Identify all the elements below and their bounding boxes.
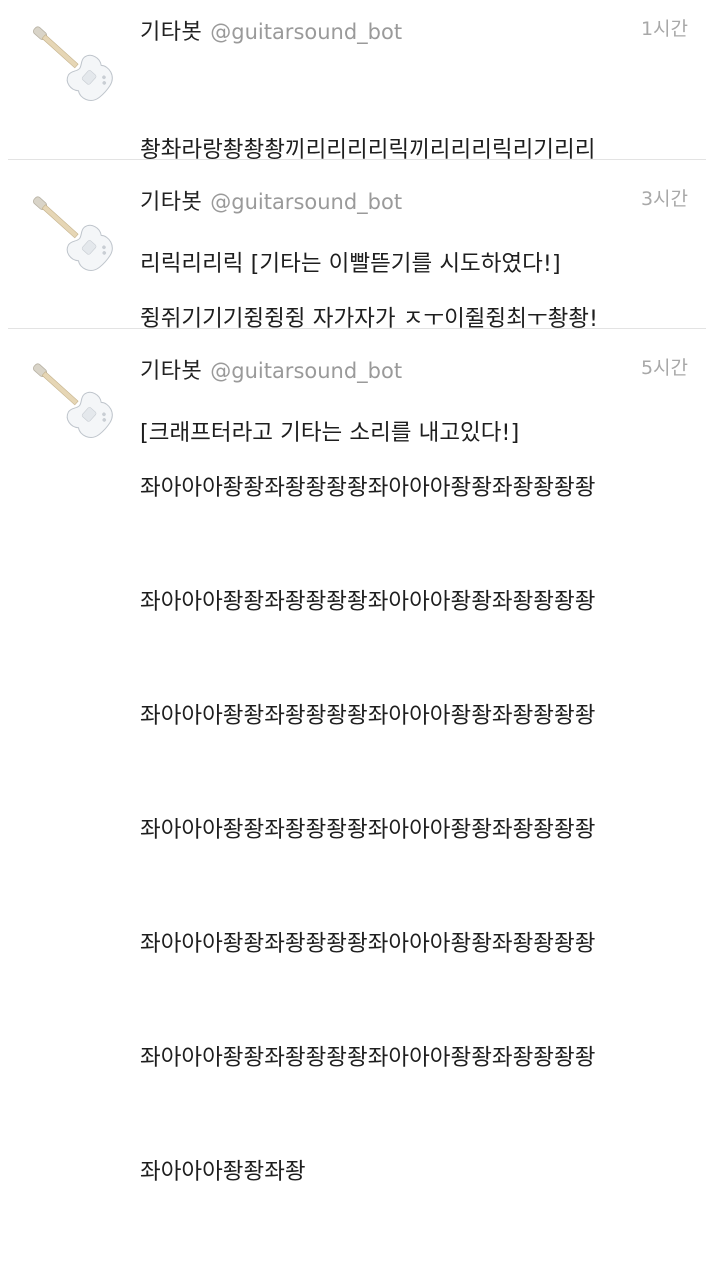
guitar-avatar-icon[interactable] [22, 349, 122, 449]
author-name[interactable]: 기타봇 [140, 359, 202, 384]
author-name[interactable]: 기타봇 [140, 20, 202, 45]
tweet-text-line: 좌아아아좡좡좌좡좡좡좡좌아아아좡좡좌좡좡좡좡 [140, 817, 596, 843]
guitar-avatar-icon[interactable] [22, 182, 122, 282]
tweet-timestamp[interactable]: 5시간 [641, 353, 688, 380]
tweet-header: 기타봇 @guitarsound_bot 5시간 [140, 353, 688, 387]
tweet-text: 좌아아아좡좡좌좡좡좡좡좌아아아좡좡좌좡좡좡좡 좌아아아좡좡좌좡좡좡좡좌아아아좡좡… [140, 393, 688, 1267]
tweet-timestamp[interactable]: 1시간 [641, 14, 688, 41]
tweet-timeline: 기타봇 @guitarsound_bot 1시간 촹촤라랑촹촹촹끼리리리리릭끼리리… [0, 0, 710, 1185]
guitar-icon [33, 363, 113, 438]
guitar-icon [33, 26, 113, 101]
tweet-header: 기타봇 @guitarsound_bot 1시간 [140, 14, 688, 48]
guitar-icon [33, 196, 113, 271]
author-handle[interactable]: @guitarsound_bot [210, 190, 402, 214]
tweet-2[interactable]: 기타봇 @guitarsound_bot 3시간 쥥쥐기기기쥥쥥쥥 자가자가 ㅈㅜ… [0, 160, 710, 446]
tweet-text-line: 좌아아아좡좡좌좡좡좡좡좌아아아좡좡좌좡좡좡좡 [140, 703, 596, 729]
author-handle[interactable]: @guitarsound_bot [210, 359, 402, 383]
tweet-text-line: 좌아아아좡좡좌좡좡좡좡좌아아아좡좡좌좡좡좡좡 [140, 1045, 596, 1071]
tweet-text-line: 좌아아아좡좡좌좡 [140, 1159, 306, 1185]
tweet-text-line: 좌아아아좡좡좌좡좡좡좡좌아아아좡좡좌좡좡좡좡 [140, 589, 596, 615]
tweet-text-line: 좌아아아좡좡좌좡좡좡좡좌아아아좡좡좌좡좡좡좡 [140, 475, 596, 501]
guitar-avatar-icon[interactable] [22, 12, 122, 112]
tweet-text-line: 좌아아아좡좡좌좡좡좡좡좌아아아좡좡좌좡좡좡좡 [140, 931, 596, 957]
tweet-timestamp[interactable]: 3시간 [641, 184, 688, 211]
tweet-header: 기타봇 @guitarsound_bot 3시간 [140, 184, 688, 218]
tweet-1[interactable]: 기타봇 @guitarsound_bot 1시간 촹촤라랑촹촹촹끼리리리리릭끼리리… [0, 0, 710, 277]
author-name[interactable]: 기타봇 [140, 190, 202, 215]
author-handle[interactable]: @guitarsound_bot [210, 20, 402, 44]
tweet-3[interactable]: 기타봇 @guitarsound_bot 5시간 좌아아아좡좡좌좡좡좡좡좌아아아좡… [0, 329, 710, 1185]
